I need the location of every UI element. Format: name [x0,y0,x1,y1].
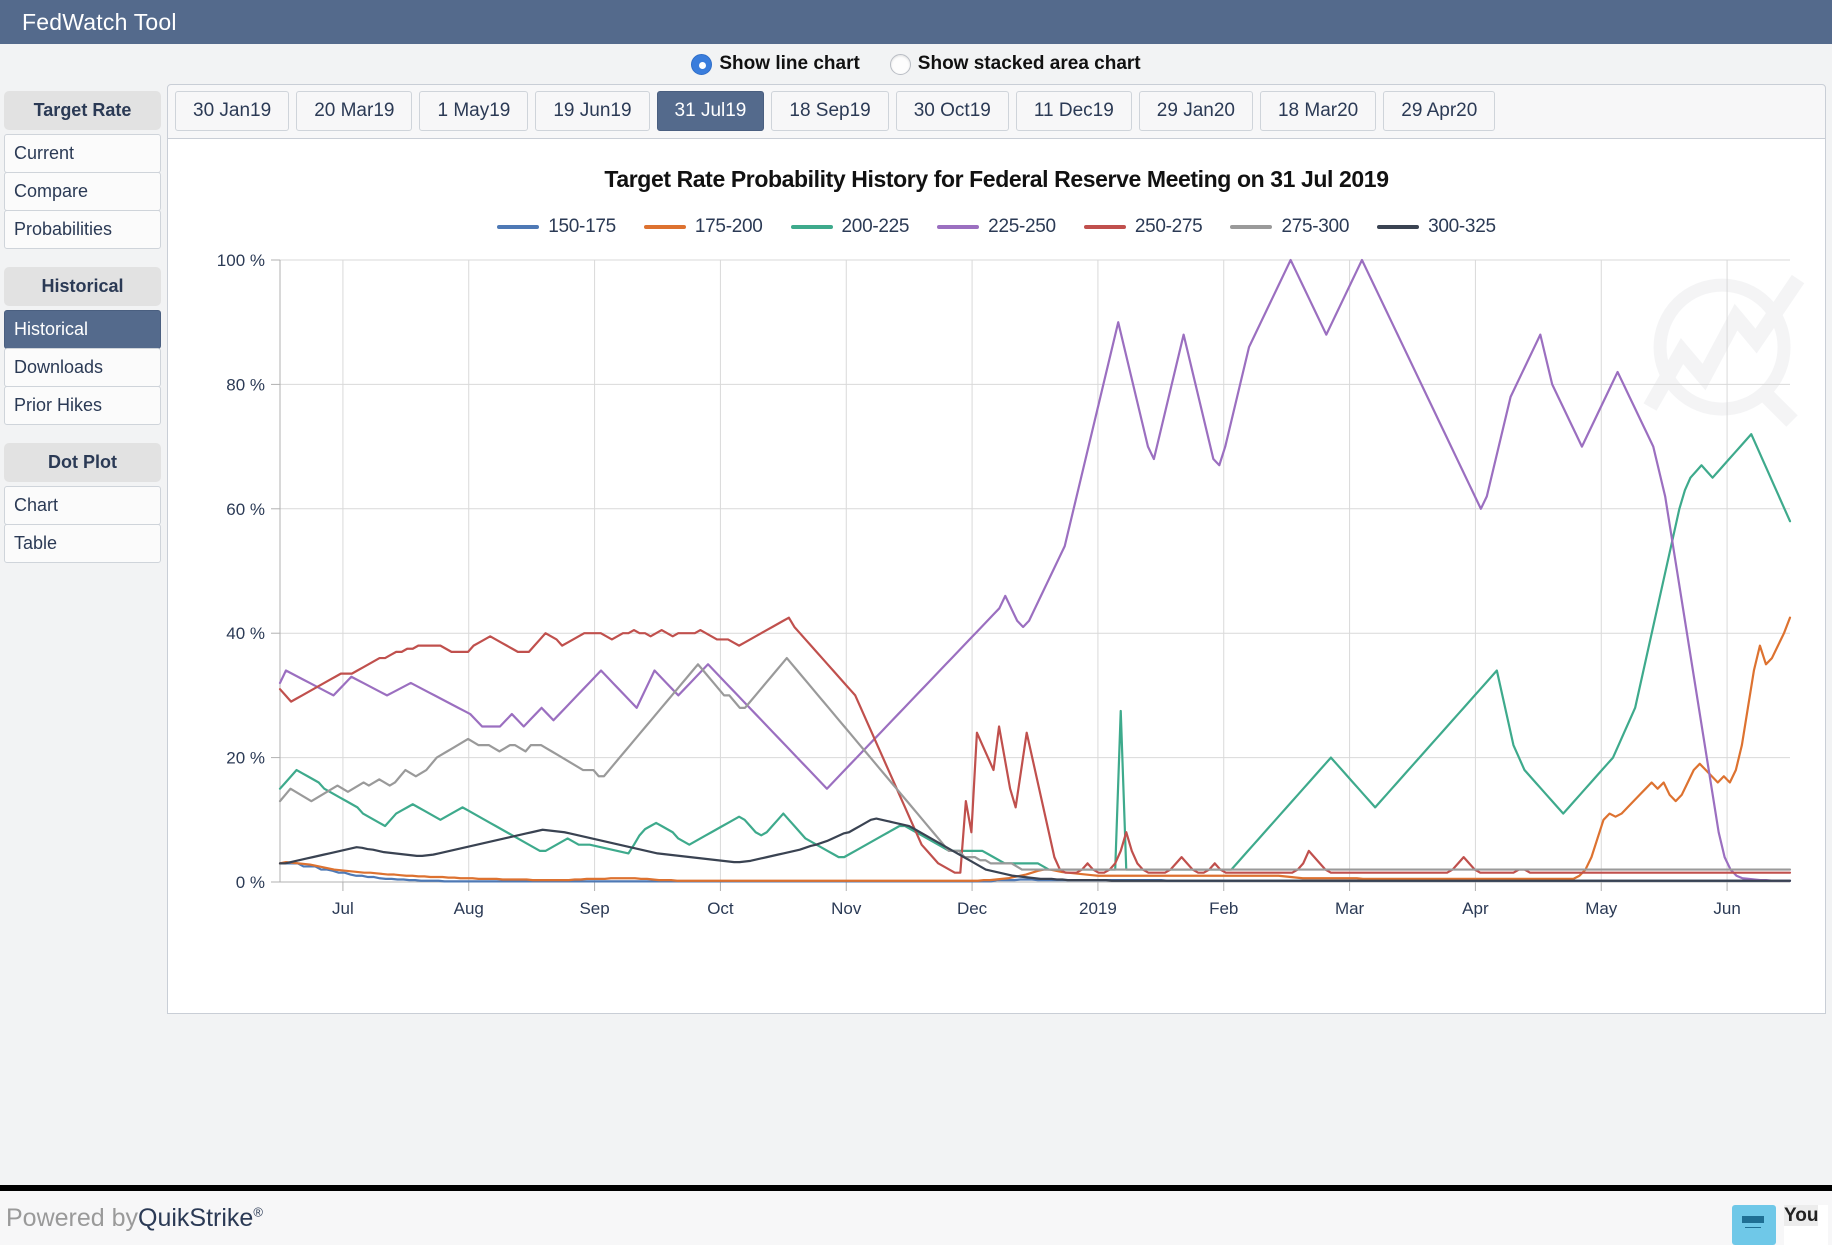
svg-text:60 %: 60 % [226,500,265,519]
legend-item-175-200[interactable]: 175-200 [643,216,763,238]
tab-30-jan19[interactable]: 30 Jan19 [175,91,290,131]
sidebar-divider-1 [4,248,161,264]
legend-swatch-150-175 [497,225,540,229]
sidebar-item-downloads[interactable]: Downloads [4,348,161,387]
chart-legend: 150-175 175-200 200-225 225-250 250-275 275-3… [168,216,1825,238]
social-links: You [1732,1205,1828,1245]
chart-mode-toolbar: Show line chart Show stacked area chart [0,44,1832,84]
legend-swatch-250-275 [1083,225,1126,229]
radio-show-line-chart-label: Show line chart [719,53,860,74]
app-title-bar: FedWatch Tool [0,0,1832,44]
youtube-icon-text: You [1784,1205,1819,1226]
chart-panel: Target Rate Probability History for Fede… [167,139,1826,1014]
legend-item-200-225[interactable]: 200-225 [790,216,910,238]
svg-text:Mar: Mar [1335,899,1365,918]
sidebar-item-current[interactable]: Current [4,134,161,173]
legend-label-175-200: 175-200 [694,216,763,237]
svg-text:Nov: Nov [831,899,862,918]
svg-text:Aug: Aug [454,899,484,918]
sidebar-item-chart[interactable]: Chart [4,486,161,525]
tab-29-jan20[interactable]: 29 Jan20 [1138,91,1253,131]
legend-item-275-300[interactable]: 275-300 [1230,216,1349,238]
svg-text:Sep: Sep [579,899,609,918]
legend-swatch-200-225 [790,225,833,229]
tab-18-sep19[interactable]: 18 Sep19 [771,91,889,131]
app-title: FedWatch Tool [22,8,177,35]
radio-show-line-chart[interactable]: Show line chart [691,53,860,75]
legend-label-250-275: 250-275 [1134,216,1203,237]
tab-1-may19[interactable]: 1 May19 [419,91,529,131]
powered-by-label: Powered by [6,1203,139,1232]
legend-swatch-225-250 [937,225,980,229]
svg-text:Feb: Feb [1209,899,1238,918]
svg-text:May: May [1585,899,1618,918]
radio-selected-icon[interactable] [691,53,713,75]
svg-text:80 %: 80 % [226,375,265,394]
sidebar: Target Rate Current Compare Probabilitie… [0,84,163,1185]
legend-swatch-300-325 [1377,225,1420,229]
plot-area: 0 % 20 % 40 % 60 % 80 % 100 % Jul Aug Sep Oct Nov D… [168,246,1825,946]
legend-swatch-175-200 [643,225,686,229]
right-panel: 30 Jan19 20 Mar19 1 May19 19 Jun19 31 Jul19 1… [163,84,1832,1185]
tab-29-apr20[interactable]: 29 Apr20 [1383,91,1496,131]
sidebar-item-probabilities[interactable]: Probabilities [4,210,161,249]
svg-text:Apr: Apr [1462,899,1489,918]
svg-text:Dec: Dec [957,899,988,918]
legend-item-150-175[interactable]: 150-175 [497,216,616,238]
sidebar-item-table[interactable]: Table [4,524,161,563]
twitter-icon[interactable] [1732,1205,1776,1245]
svg-text:2019: 2019 [1079,899,1117,918]
legend-label-200-225: 200-225 [841,216,910,237]
sidebar-heading-historical: Historical [4,267,161,306]
tab-30-oct19[interactable]: 30 Oct19 [895,91,1009,131]
legend-item-300-325[interactable]: 300-325 [1377,216,1496,238]
tab-18-mar20[interactable]: 18 Mar20 [1259,91,1377,131]
legend-item-250-275[interactable]: 250-275 [1083,216,1203,238]
sidebar-heading-target-rate: Target Rate [4,91,161,130]
sidebar-item-compare[interactable]: Compare [4,172,161,211]
svg-text:20 %: 20 % [226,749,265,768]
svg-text:Jun: Jun [1713,899,1740,918]
svg-text:0 %: 0 % [236,873,265,892]
svg-text:Oct: Oct [707,899,734,918]
footer: Powered by QuikStrike® You [0,1191,1832,1245]
chart-title: Target Rate Probability History for Fede… [604,166,1389,192]
tab-31-jul19[interactable]: 31 Jul19 [656,91,765,131]
svg-text:Jul: Jul [332,899,354,918]
legend-label-150-175: 150-175 [548,216,616,237]
legend-label-300-325: 300-325 [1428,216,1496,237]
sidebar-item-prior-hikes[interactable]: Prior Hikes [4,386,161,425]
meeting-date-tabs: 30 Jan19 20 Mar19 1 May19 19 Jun19 31 Jul19 1… [167,84,1826,139]
tab-11-dec19[interactable]: 11 Dec19 [1015,91,1132,131]
svg-text:100 %: 100 % [217,251,265,270]
legend-label-275-300: 275-300 [1281,216,1350,237]
legend-label-225-250: 225-250 [988,216,1056,237]
tab-19-jun19[interactable]: 19 Jun19 [535,91,650,131]
sidebar-heading-dot-plot: Dot Plot [4,443,161,482]
sidebar-divider-2 [4,424,161,440]
svg-text:40 %: 40 % [226,624,265,643]
tab-20-mar19[interactable]: 20 Mar19 [296,91,413,131]
radio-unselected-icon[interactable] [889,53,911,75]
sidebar-item-historical[interactable]: Historical [4,310,161,349]
radio-show-stacked-area-chart[interactable]: Show stacked area chart [889,53,1141,75]
legend-item-225-250[interactable]: 225-250 [937,216,1056,238]
probability-line-chart: 0 % 20 % 40 % 60 % 80 % 100 % Jul Aug Sep Oct Nov D… [217,251,1805,918]
main-content: Target Rate Current Compare Probabilitie… [0,84,1832,1185]
radio-show-stacked-area-chart-label: Show stacked area chart [917,53,1141,74]
youtube-icon[interactable]: You [1784,1205,1828,1245]
quikstrike-brand: QuikStrike® [138,1203,263,1232]
legend-swatch-275-300 [1230,225,1273,229]
